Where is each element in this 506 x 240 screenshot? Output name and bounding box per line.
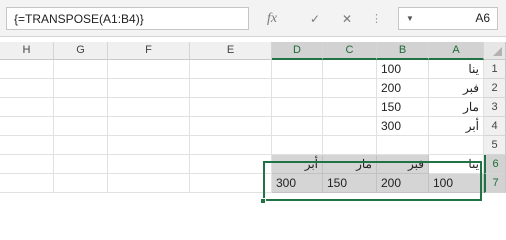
row-header-1[interactable]: 1 xyxy=(484,60,506,79)
fx-icon[interactable]: fx xyxy=(257,7,287,30)
cell-f4[interactable] xyxy=(108,117,190,136)
row-header-5[interactable]: 5 xyxy=(484,136,506,155)
cell-f5[interactable] xyxy=(108,136,190,155)
table-row: 6 ينا فبر مار أبر xyxy=(0,155,506,174)
cell-a7[interactable]: 100 xyxy=(429,174,484,193)
cell-d5[interactable] xyxy=(272,136,323,155)
cell-c3[interactable] xyxy=(323,98,377,117)
cell-e6[interactable] xyxy=(190,155,272,174)
row-header-7[interactable]: 7 xyxy=(484,174,506,193)
column-header-e[interactable]: E xyxy=(190,42,272,60)
cell-h3[interactable] xyxy=(0,98,54,117)
formula-bar: fx ✓ ✕ ⋮ ▼ A6 xyxy=(0,0,506,37)
cell-g6[interactable] xyxy=(54,155,108,174)
column-header-h[interactable]: H xyxy=(0,42,54,60)
table-row: 2 فبر 200 xyxy=(0,79,506,98)
name-box-value: A6 xyxy=(475,11,490,25)
cell-a2[interactable]: فبر xyxy=(429,79,484,98)
row-header-4[interactable]: 4 xyxy=(484,117,506,136)
cell-c7[interactable]: 150 xyxy=(323,174,377,193)
cell-f6[interactable] xyxy=(108,155,190,174)
cell-a1[interactable]: ينا xyxy=(429,60,484,79)
cell-a5[interactable] xyxy=(429,136,484,155)
cell-c5[interactable] xyxy=(323,136,377,155)
column-header-g[interactable]: G xyxy=(54,42,108,60)
cell-f3[interactable] xyxy=(108,98,190,117)
chevron-down-icon[interactable]: ▼ xyxy=(399,8,421,29)
cell-c4[interactable] xyxy=(323,117,377,136)
cell-g1[interactable] xyxy=(54,60,108,79)
row-header-6[interactable]: 6 xyxy=(484,155,506,174)
cell-d3[interactable] xyxy=(272,98,323,117)
grip-icon[interactable]: ⋮ xyxy=(371,7,382,30)
check-icon[interactable]: ✓ xyxy=(301,7,329,30)
cell-b2[interactable]: 200 xyxy=(377,79,429,98)
cell-b6[interactable]: فبر xyxy=(377,155,429,174)
row-header-2[interactable]: 2 xyxy=(484,79,506,98)
cell-d1[interactable] xyxy=(272,60,323,79)
cell-e5[interactable] xyxy=(190,136,272,155)
formula-input[interactable] xyxy=(6,7,249,30)
formula-tools: fx ✓ ✕ ⋮ xyxy=(257,7,387,30)
cell-c1[interactable] xyxy=(323,60,377,79)
table-row: 7 100 200 150 300 xyxy=(0,174,506,193)
cell-g4[interactable] xyxy=(54,117,108,136)
column-header-c[interactable]: C xyxy=(323,42,377,60)
cell-h1[interactable] xyxy=(0,60,54,79)
cell-a4[interactable]: أبر xyxy=(429,117,484,136)
cell-g3[interactable] xyxy=(54,98,108,117)
cell-b1[interactable]: 100 xyxy=(377,60,429,79)
table-row: 4 أبر 300 xyxy=(0,117,506,136)
cell-h6[interactable] xyxy=(0,155,54,174)
cell-h5[interactable] xyxy=(0,136,54,155)
column-header-d[interactable]: D xyxy=(272,42,323,60)
cell-e2[interactable] xyxy=(190,79,272,98)
cell-b5[interactable] xyxy=(377,136,429,155)
table-row: 3 مار 150 xyxy=(0,98,506,117)
row-header-3[interactable]: 3 xyxy=(484,98,506,117)
cell-f1[interactable] xyxy=(108,60,190,79)
column-header-row: A B C D E F G H xyxy=(0,42,506,60)
cell-a6[interactable]: ينا xyxy=(429,155,484,174)
cell-e1[interactable] xyxy=(190,60,272,79)
cell-g2[interactable] xyxy=(54,79,108,98)
cell-d4[interactable] xyxy=(272,117,323,136)
cell-d2[interactable] xyxy=(272,79,323,98)
fill-handle[interactable] xyxy=(260,198,266,204)
cell-h4[interactable] xyxy=(0,117,54,136)
column-header-f[interactable]: F xyxy=(108,42,190,60)
cell-d6[interactable]: أبر xyxy=(272,155,323,174)
column-header-a[interactable]: A xyxy=(429,42,484,60)
column-header-b[interactable]: B xyxy=(377,42,429,60)
cell-a3[interactable]: مار xyxy=(429,98,484,117)
cell-c2[interactable] xyxy=(323,79,377,98)
cell-h2[interactable] xyxy=(0,79,54,98)
cell-g5[interactable] xyxy=(54,136,108,155)
cell-f7[interactable] xyxy=(108,174,190,193)
cell-d7[interactable]: 300 xyxy=(272,174,323,193)
cell-b4[interactable]: 300 xyxy=(377,117,429,136)
select-all-triangle-icon[interactable] xyxy=(484,42,506,60)
cell-e7[interactable] xyxy=(190,174,272,193)
table-row: 5 xyxy=(0,136,506,155)
cell-e4[interactable] xyxy=(190,117,272,136)
cell-c6[interactable]: مار xyxy=(323,155,377,174)
cell-b3[interactable]: 150 xyxy=(377,98,429,117)
close-icon[interactable]: ✕ xyxy=(333,7,361,30)
table-row: 1 ينا 100 xyxy=(0,60,506,79)
cell-e3[interactable] xyxy=(190,98,272,117)
cell-f2[interactable] xyxy=(108,79,190,98)
name-box[interactable]: ▼ A6 xyxy=(398,7,498,30)
cell-b7[interactable]: 200 xyxy=(377,174,429,193)
cell-g7[interactable] xyxy=(54,174,108,193)
sheet-grid: A B C D E F G H 1 ينا 100 2 فبر 200 3 ما… xyxy=(0,42,506,193)
cell-h7[interactable] xyxy=(0,174,54,193)
